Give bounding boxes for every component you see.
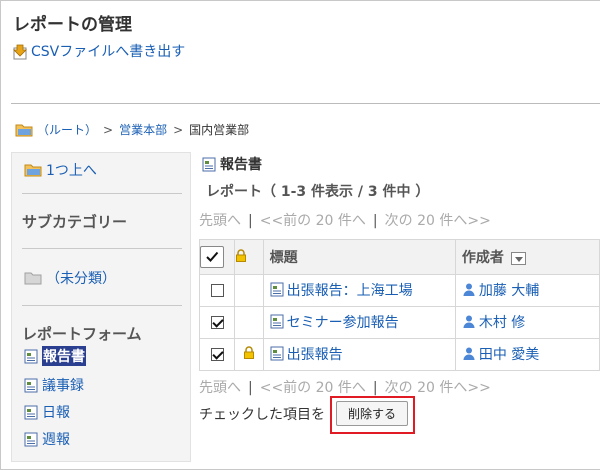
form-icon bbox=[24, 405, 38, 420]
sidebar-item-form-weekly[interactable]: 週報 bbox=[24, 429, 70, 449]
csv-export-label: CSVファイルへ書き出す bbox=[31, 44, 186, 60]
sidebar-item-label: （未分類） bbox=[46, 271, 116, 287]
breadcrumb-separator: > bbox=[103, 122, 114, 137]
row-checkbox[interactable] bbox=[210, 348, 224, 361]
folder-icon bbox=[15, 123, 33, 137]
form-icon bbox=[24, 378, 38, 393]
form-label-text: 報告書 bbox=[220, 157, 262, 173]
subcategory-heading: サブカテゴリー bbox=[22, 213, 128, 231]
report-count: レポート（ 1-3 件表示 / 3 件中 ） bbox=[206, 184, 430, 200]
table-row: 出張報告：上海工場 加藤 大輔 bbox=[198, 274, 600, 307]
report-icon bbox=[270, 314, 284, 329]
divider bbox=[22, 193, 182, 194]
author-link[interactable]: 加藤 大輔 bbox=[462, 280, 539, 300]
form-icon bbox=[24, 349, 38, 364]
divider bbox=[11, 103, 600, 104]
author-link[interactable]: 木村 修 bbox=[462, 312, 525, 332]
author-column-header: 作成者 bbox=[454, 239, 600, 275]
window-frame: レポートの管理 CSVファイルへ書き出す （ルート） > 営業本部 > 国内営業… bbox=[0, 0, 600, 470]
report-title-link[interactable]: 出張報告：上海工場 bbox=[270, 280, 413, 300]
report-icon bbox=[270, 346, 284, 361]
pager-prev: <<前の 20 件へ bbox=[259, 380, 366, 396]
pager-prev: <<前の 20 件へ bbox=[259, 213, 366, 229]
breadcrumb-sales-hq[interactable]: 営業本部 bbox=[119, 121, 167, 138]
report-form-heading: レポートフォーム bbox=[22, 325, 142, 343]
folder-up-icon bbox=[24, 163, 42, 177]
sidebar-up-label: 1つ上へ bbox=[46, 163, 97, 179]
form-icon bbox=[24, 432, 38, 447]
report-title-link[interactable]: セミナー参加報告 bbox=[270, 312, 399, 332]
form-label: 報告書 bbox=[202, 154, 262, 174]
breadcrumb-separator: > bbox=[173, 122, 184, 137]
pager-bottom: 先頭へ | <<前の 20 件へ | 次の 20 件へ>> bbox=[199, 380, 491, 396]
pager-next: 次の 20 件へ>> bbox=[384, 213, 491, 229]
divider bbox=[22, 248, 182, 249]
table-row: セミナー参加報告 木村 修 bbox=[198, 306, 600, 339]
sidebar-item-form-minutes[interactable]: 議事録 bbox=[24, 375, 84, 395]
report-icon bbox=[270, 282, 284, 297]
breadcrumb-root[interactable]: （ルート） bbox=[37, 121, 97, 138]
page-title: レポートの管理 bbox=[13, 15, 132, 35]
lock-icon bbox=[243, 346, 255, 359]
sidebar-item-label: 報告書 bbox=[42, 346, 86, 366]
sidebar-item-label: 週報 bbox=[42, 432, 70, 448]
folder-icon bbox=[24, 271, 42, 285]
download-icon bbox=[13, 43, 28, 60]
author-column-label: 作成者 bbox=[461, 250, 504, 266]
lock-icon bbox=[235, 248, 247, 262]
user-icon bbox=[462, 314, 476, 329]
bulk-action-label: チェックした項目を bbox=[199, 407, 325, 423]
author-link[interactable]: 田中 愛美 bbox=[462, 344, 539, 364]
pager-next: 次の 20 件へ>> bbox=[384, 380, 491, 396]
sidebar-item-form-daily[interactable]: 日報 bbox=[24, 402, 70, 422]
checkmark-icon bbox=[206, 251, 219, 262]
form-icon bbox=[202, 157, 216, 172]
breadcrumb: （ルート） > 営業本部 > 国内営業部 bbox=[15, 121, 249, 138]
select-all-button[interactable] bbox=[200, 246, 224, 268]
user-icon bbox=[462, 346, 476, 361]
pager-first: 先頭へ bbox=[199, 213, 241, 229]
user-icon bbox=[462, 282, 476, 297]
breadcrumb-current: 国内営業部 bbox=[189, 123, 250, 137]
divider bbox=[22, 305, 182, 306]
delete-button[interactable]: 削除する bbox=[336, 401, 408, 426]
pager-first: 先頭へ bbox=[199, 380, 241, 396]
sidebar-item-form-report[interactable]: 報告書 bbox=[24, 346, 86, 366]
table-row: 出張報告 田中 愛美 bbox=[198, 338, 600, 371]
sidebar-item-label: 日報 bbox=[42, 405, 70, 421]
lock-header bbox=[234, 239, 264, 275]
report-table: 標題 作成者 出張報告：上海工場 加藤 大輔 セミナー参加報告 木村 修 出張報… bbox=[198, 239, 600, 371]
sidebar-up-link[interactable]: 1つ上へ bbox=[24, 160, 97, 180]
select-all-header bbox=[198, 239, 236, 275]
sidebar-item-uncategorized[interactable]: （未分類） bbox=[24, 268, 116, 288]
bulk-action: チェックした項目を bbox=[199, 404, 325, 424]
report-title-link[interactable]: 出張報告 bbox=[270, 344, 343, 364]
row-checkbox[interactable] bbox=[210, 284, 224, 297]
row-checkbox[interactable] bbox=[210, 316, 224, 329]
pager-top: 先頭へ | <<前の 20 件へ | 次の 20 件へ>> bbox=[199, 213, 491, 229]
sidebar: 1つ上へ サブカテゴリー （未分類） レポートフォーム 報告書 議事録 日報 週… bbox=[11, 152, 191, 462]
sort-dropdown-icon[interactable] bbox=[510, 251, 526, 265]
table-header-row: 標題 作成者 bbox=[198, 239, 600, 275]
csv-export-link[interactable]: CSVファイルへ書き出す bbox=[13, 41, 185, 61]
sidebar-item-label: 議事録 bbox=[42, 378, 84, 394]
title-column-header: 標題 bbox=[262, 239, 456, 275]
